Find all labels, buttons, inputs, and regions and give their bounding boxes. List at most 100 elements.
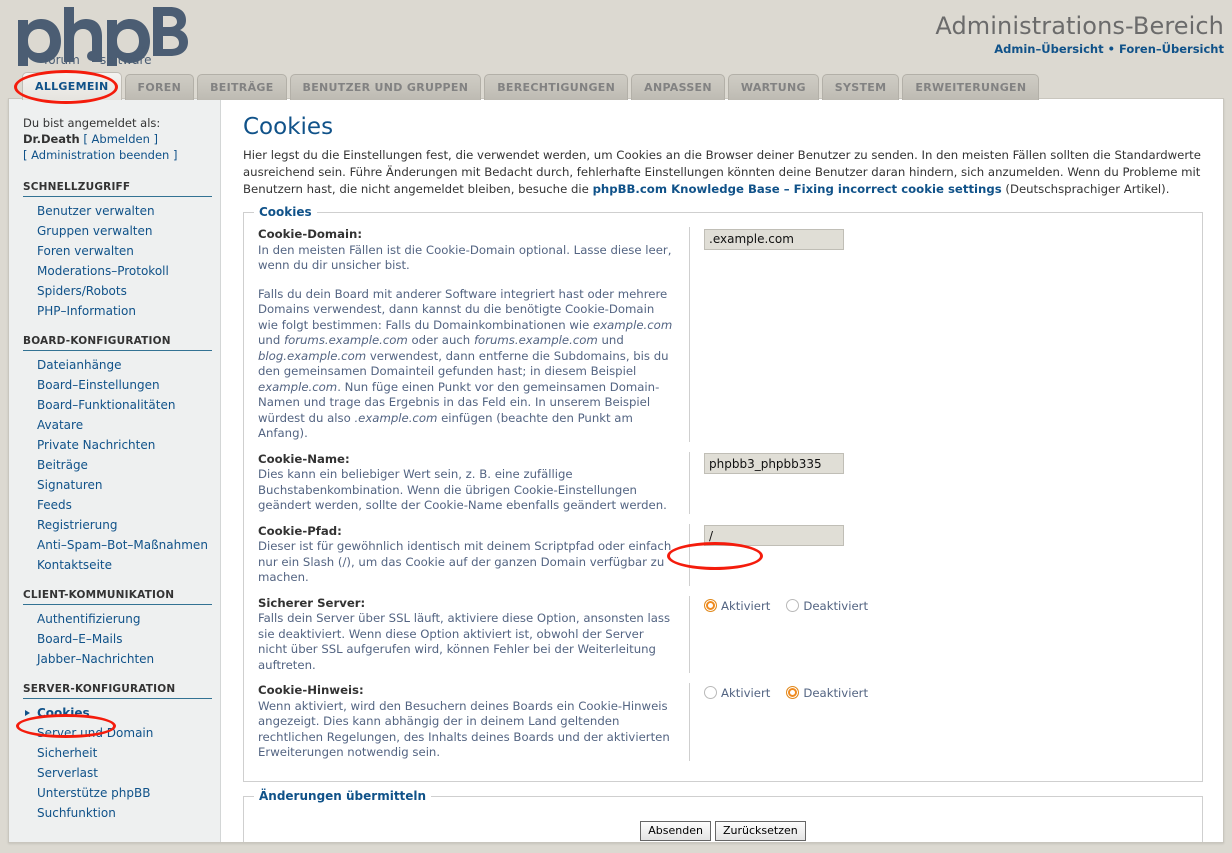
secure-server-option-enabled[interactable]: Aktiviert [704,598,771,613]
field-input [690,227,1188,250]
desc-seg: und [597,333,624,347]
link-forum-overview[interactable]: Foren–Übersicht [1119,42,1224,56]
sidebar-item-serverlast[interactable]: Serverlast [23,763,212,783]
sidebar-item-private-nachrichten[interactable]: Private Nachrichten [23,435,212,455]
field-cookie-path: Cookie-Pfad: Dieser ist für gewöhnlich id… [258,523,1188,596]
field-title: Cookie-Hinweis: [258,683,364,697]
logged-in-label: Du bist angemeldet als: [23,116,161,130]
field-label: Sicherer Server: Falls dein Server über S… [258,595,690,673]
tab-benutzer-und-gruppen[interactable]: BENUTZER UND GRUPPEN [289,74,482,100]
field-title: Cookie-Pfad: [258,523,342,538]
cookie-path-input[interactable] [704,525,844,546]
sidebar-item-cookies[interactable]: Cookies [23,703,212,723]
field-title: Cookie-Domain: [258,227,362,241]
radio-icon-selected[interactable] [786,686,800,699]
cookie-notice-option-enabled[interactable]: Aktiviert [704,686,770,700]
page-title: Cookies [243,114,334,140]
sidebar-item-board-einstellungen[interactable]: Board–Einstellungen [23,375,212,395]
sidebar: Du bist angemeldet als: Dr.Death [ Abmel… [9,99,221,842]
sidebar-item-kontaktseite[interactable]: Kontaktseite [23,555,212,575]
sidebar-item-unterstuetze-phpbb[interactable]: Unterstütze phpBB [23,783,212,803]
field-cookie-domain: Cookie-Domain: In den meisten Fällen ist … [258,227,1188,452]
sidebar-item-server-und-domain[interactable]: Server und Domain [23,723,212,743]
sidebar-item-php-information[interactable]: PHP–Information [23,301,212,321]
desc-em: forums.example.com [473,333,598,347]
sidebar-item-dateianhaenge[interactable]: Dateianhänge [23,355,212,375]
sidebar-item-label: Cookies [37,706,90,720]
nav-group-title: SCHNELLZUGRIFF [23,181,212,197]
submit-panel: Änderungen übermitteln Absenden Zurückset… [243,788,1203,843]
svg-text:forum: forum [44,53,80,67]
reset-button[interactable]: Zurücksetzen [714,820,806,841]
sidebar-item-board-funktionalitaeten[interactable]: Board–Funktionalitäten [23,395,212,415]
phpbb-logo[interactable]: forum software ® [14,6,194,68]
cookies-settings-panel: Cookies Cookie-Domain: In den meisten Fäl… [243,205,1203,782]
tab-anpassen[interactable]: ANPASSEN [631,74,725,100]
user-info-block: Du bist angemeldet als: Dr.Death [ Abmel… [23,115,212,163]
panel-body: Cookie-Domain: In den meisten Fällen ist … [244,213,1202,781]
sidebar-item-foren-verwalten[interactable]: Foren verwalten [23,241,212,261]
radio-label: Aktiviert [721,686,771,700]
submit-button[interactable]: Absenden [640,820,711,841]
tab-allgemein[interactable]: ALLGEMEIN [22,72,122,100]
field-label: Cookie-Name: Dies kann ein beliebiger Wer… [258,451,690,514]
tab-beitraege[interactable]: BEITRÄGE [197,74,287,100]
field-input: Aktiviert Deaktiviert [690,596,1188,613]
cookie-domain-input[interactable] [704,228,844,250]
sidebar-item-anti-spam-bot-massnahmen[interactable]: Anti–Spam–Bot–Maßnahmen [23,535,212,555]
field-title: Sicherer Server: [258,595,366,610]
submit-panel-legend: Änderungen übermitteln [254,788,432,803]
submit-panel-body: Absenden Zurücksetzen [244,797,1202,843]
nav-group-server-konfiguration: SERVER-KONFIGURATION Cookies Server und … [23,683,212,823]
nav-group-client-kommunikation: CLIENT-KOMMUNIKATION Authentifizierung B… [23,589,212,669]
main-tab-bar: ALLGEMEIN FOREN BEITRÄGE BENUTZER UND GRUPP… [0,72,1232,100]
page-description: Hier legst du die Einstellungen fest, di… [243,147,1203,198]
sidebar-item-avatare[interactable]: Avatare [23,415,212,435]
tab-berechtigungen[interactable]: BERECHTIGUNGEN [484,74,629,100]
radio-icon-selected[interactable] [704,598,717,612]
page-header: forum software ® Administrations-Bereich… [0,0,1232,72]
svg-text:®: ® [140,46,147,54]
sidebar-item-jabber-nachrichten[interactable]: Jabber–Nachrichten [23,649,212,669]
cookie-name-input[interactable] [704,453,844,474]
nav-group-title: BOARD-KONFIGURATION [23,335,212,351]
logout-link[interactable]: [ Abmelden ] [83,132,158,146]
link-separator: • [1107,42,1115,56]
radio-label: Aktiviert [721,598,771,613]
sidebar-item-benutzer-verwalten[interactable]: Benutzer verwalten [23,201,212,221]
secure-server-option-disabled[interactable]: Deaktiviert [786,598,868,613]
end-administration-link[interactable]: [ Administration beenden ] [23,148,178,162]
tab-erweiterungen[interactable]: ERWEITERUNGEN [902,74,1040,100]
nav-group-board-konfiguration: BOARD-KONFIGURATION Dateianhänge Board–E… [23,335,212,575]
link-admin-overview[interactable]: Admin–Übersicht [994,42,1103,56]
field-label: Cookie-Pfad: Dieser ist für gewöhnlich id… [258,523,690,586]
radio-icon[interactable] [786,598,800,612]
sidebar-item-board-e-mails[interactable]: Board–E–Mails [23,629,212,649]
admin-area-title: Administrations-Bereich [935,12,1224,40]
sidebar-item-gruppen-verwalten[interactable]: Gruppen verwalten [23,221,212,241]
cookie-notice-option-disabled[interactable]: Deaktiviert [786,686,868,700]
knowledge-base-link[interactable]: phpBB.com Knowledge Base – Fixing incorr… [593,182,1002,196]
sidebar-item-registrierung[interactable]: Registrierung [23,515,212,535]
desc-seg: und [258,333,284,347]
nav-group-schnellzugriff: SCHNELLZUGRIFF Benutzer verwalten Gruppe… [23,181,212,321]
radio-icon[interactable] [704,686,717,699]
sidebar-item-feeds[interactable]: Feeds [23,495,212,515]
tab-foren[interactable]: FOREN [124,74,195,100]
sidebar-item-signaturen[interactable]: Signaturen [23,475,212,495]
field-desc-2: Falls du dein Board mit anderer Software… [258,287,675,442]
sidebar-item-moderations-protokoll[interactable]: Moderations–Protokoll [23,261,212,281]
field-label: Cookie-Domain: In den meisten Fällen ist … [258,227,690,442]
main-content: Cookies Hier legst du die Einstellungen … [221,99,1223,842]
sidebar-item-suchfunktion[interactable]: Suchfunktion [23,803,212,823]
sidebar-item-spiders-robots[interactable]: Spiders/Robots [23,281,212,301]
sidebar-item-sicherheit[interactable]: Sicherheit [23,743,212,763]
field-desc: Dies kann ein beliebiger Wert sein, z. B… [258,467,667,512]
page-description-part2: (Deutschsprachiger Artikel). [1001,182,1170,196]
field-desc: Falls dein Server über SSL läuft, aktivi… [258,611,671,672]
tab-system[interactable]: SYSTEM [821,74,900,100]
sidebar-item-authentifizierung[interactable]: Authentifizierung [23,609,212,629]
tab-wartung[interactable]: WARTUNG [727,74,819,100]
sidebar-item-beitraege[interactable]: Beiträge [23,455,212,475]
field-title: Cookie-Name: [258,451,350,466]
